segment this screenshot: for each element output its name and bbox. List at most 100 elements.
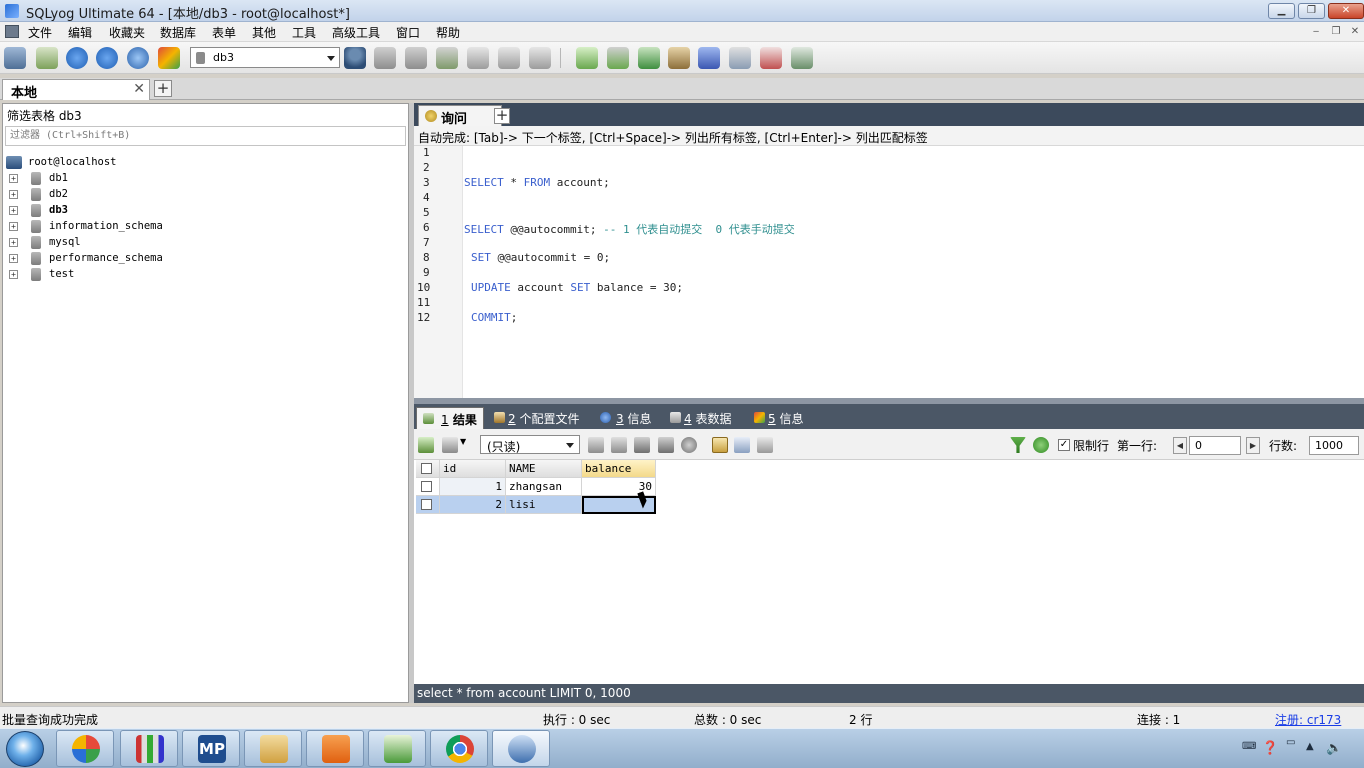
mdi-minimize-button[interactable]: ‒: [1308, 24, 1324, 39]
taskbar-app[interactable]: [56, 730, 114, 767]
delete-icon[interactable]: [658, 437, 674, 453]
tab-info[interactable]: 5 信息: [748, 407, 810, 429]
table-cell[interactable]: 1: [440, 478, 506, 496]
cancel-icon[interactable]: [681, 437, 697, 453]
first-row-input[interactable]: 0: [1189, 436, 1241, 455]
tab-messages[interactable]: 3 信息: [594, 407, 656, 429]
add-row-icon[interactable]: [588, 437, 604, 453]
create-db-icon[interactable]: [374, 47, 396, 69]
volume-icon[interactable]: 🔈: [1326, 741, 1342, 756]
row-checkbox[interactable]: [421, 481, 432, 492]
tab-table-data[interactable]: 4 表数据: [664, 407, 738, 429]
column-header[interactable]: id: [440, 460, 506, 478]
tree-db-item[interactable]: + db1: [9, 172, 309, 188]
previous-page-icon[interactable]: ◀: [1173, 437, 1187, 454]
row-selector[interactable]: [416, 496, 440, 514]
schema-designer-icon[interactable]: [760, 47, 782, 69]
rows-input[interactable]: 1000: [1309, 436, 1359, 455]
alter-table-icon[interactable]: [436, 47, 458, 69]
menu-file[interactable]: 文件: [28, 24, 52, 41]
menu-favorites[interactable]: 收藏夹: [109, 24, 145, 41]
query-tab[interactable]: 询问: [418, 105, 502, 127]
taskbar-app-active[interactable]: [492, 730, 550, 767]
expand-icon[interactable]: +: [9, 238, 18, 247]
tree-db-item[interactable]: + db3: [9, 204, 309, 220]
filter-input[interactable]: 过滤器 (Ctrl+Shift+B): [5, 126, 406, 146]
refresh-icon[interactable]: [1033, 437, 1049, 453]
table-data-icon[interactable]: [467, 47, 489, 69]
index-icon[interactable]: [498, 47, 520, 69]
tree-db-item[interactable]: + information_schema: [9, 220, 309, 236]
menu-tools[interactable]: 工具: [292, 24, 316, 41]
expand-icon[interactable]: +: [9, 174, 18, 183]
column-header[interactable]: balance: [582, 460, 656, 478]
database-select[interactable]: db3: [190, 47, 340, 68]
row-checkbox[interactable]: [421, 499, 432, 510]
export-icon[interactable]: [529, 47, 551, 69]
sync-icon[interactable]: [607, 47, 629, 69]
data-sync-icon[interactable]: [791, 47, 813, 69]
tab-result[interactable]: 1 结果: [416, 407, 484, 429]
user-icon[interactable]: [344, 47, 366, 69]
tree-db-item[interactable]: + performance_schema: [9, 252, 309, 268]
tray-expand-icon[interactable]: ▲: [1306, 741, 1314, 752]
help-icon[interactable]: ❓: [1262, 741, 1278, 756]
taskbar-app[interactable]: [368, 730, 426, 767]
refresh-icon[interactable]: [127, 47, 149, 69]
connection-tab[interactable]: 本地 ✕: [2, 79, 150, 101]
close-window-button[interactable]: ✕: [1328, 3, 1364, 19]
menu-other[interactable]: 其他: [252, 24, 276, 41]
close-icon[interactable]: ✕: [133, 81, 145, 97]
taskbar-app[interactable]: [306, 730, 364, 767]
row-selector[interactable]: [416, 478, 440, 496]
sql-icon[interactable]: [36, 47, 58, 69]
document-menu-icon[interactable]: [5, 25, 19, 38]
menu-edit[interactable]: 编辑: [68, 24, 92, 41]
table-cell[interactable]: lisi: [506, 496, 582, 514]
tree-db-item[interactable]: + db2: [9, 188, 309, 204]
add-connection-tab-button[interactable]: +: [154, 80, 172, 97]
expand-icon[interactable]: +: [9, 206, 18, 215]
network-icon[interactable]: ▭: [1286, 737, 1295, 748]
expand-icon[interactable]: +: [9, 190, 18, 199]
read-only-select[interactable]: (只读): [480, 435, 580, 454]
stop-icon[interactable]: [158, 47, 180, 69]
schema-icon[interactable]: [668, 47, 690, 69]
execute-icon[interactable]: [66, 47, 88, 69]
menu-database[interactable]: 数据库: [160, 24, 196, 41]
select-all-checkbox[interactable]: [421, 463, 432, 474]
tree-db-item[interactable]: + test: [9, 268, 309, 284]
export-result-icon[interactable]: [418, 437, 434, 453]
add-query-tab-button[interactable]: +: [494, 108, 510, 124]
menu-help[interactable]: 帮助: [436, 24, 460, 41]
tab-profile[interactable]: 2 个配置文件: [488, 407, 584, 429]
taskbar-app[interactable]: MP: [182, 730, 240, 767]
expand-icon[interactable]: +: [9, 270, 18, 279]
next-page-icon[interactable]: ▶: [1246, 437, 1260, 454]
execute-all-icon[interactable]: [96, 47, 118, 69]
grid-view-icon[interactable]: [712, 437, 728, 453]
select-all-header[interactable]: [416, 460, 440, 478]
column-header[interactable]: NAME: [506, 460, 582, 478]
filter-icon[interactable]: [1010, 437, 1026, 453]
form-view-icon[interactable]: [734, 437, 750, 453]
new-connection-icon[interactable]: [4, 47, 26, 69]
menu-table[interactable]: 表单: [212, 24, 236, 41]
table-cell[interactable]: zhangsan: [506, 478, 582, 496]
limit-rows-checkbox[interactable]: ✓: [1058, 439, 1070, 451]
register-link[interactable]: 注册: cr173: [1275, 711, 1341, 728]
menu-window[interactable]: 窗口: [396, 24, 420, 41]
save-icon[interactable]: [634, 437, 650, 453]
create-table-icon[interactable]: [405, 47, 427, 69]
taskbar-app[interactable]: [120, 730, 178, 767]
compare-icon[interactable]: [638, 47, 660, 69]
mdi-restore-button[interactable]: ❐: [1328, 24, 1344, 39]
taskbar-app[interactable]: [430, 730, 488, 767]
taskbar-app[interactable]: [244, 730, 302, 767]
menu-advanced-tools[interactable]: 高级工具: [332, 24, 380, 41]
table-cell[interactable]: 30: [582, 478, 656, 496]
text-view-icon[interactable]: [757, 437, 773, 453]
import-icon[interactable]: [576, 47, 598, 69]
table-cell[interactable]: 2: [440, 496, 506, 514]
duplicate-row-icon[interactable]: [611, 437, 627, 453]
